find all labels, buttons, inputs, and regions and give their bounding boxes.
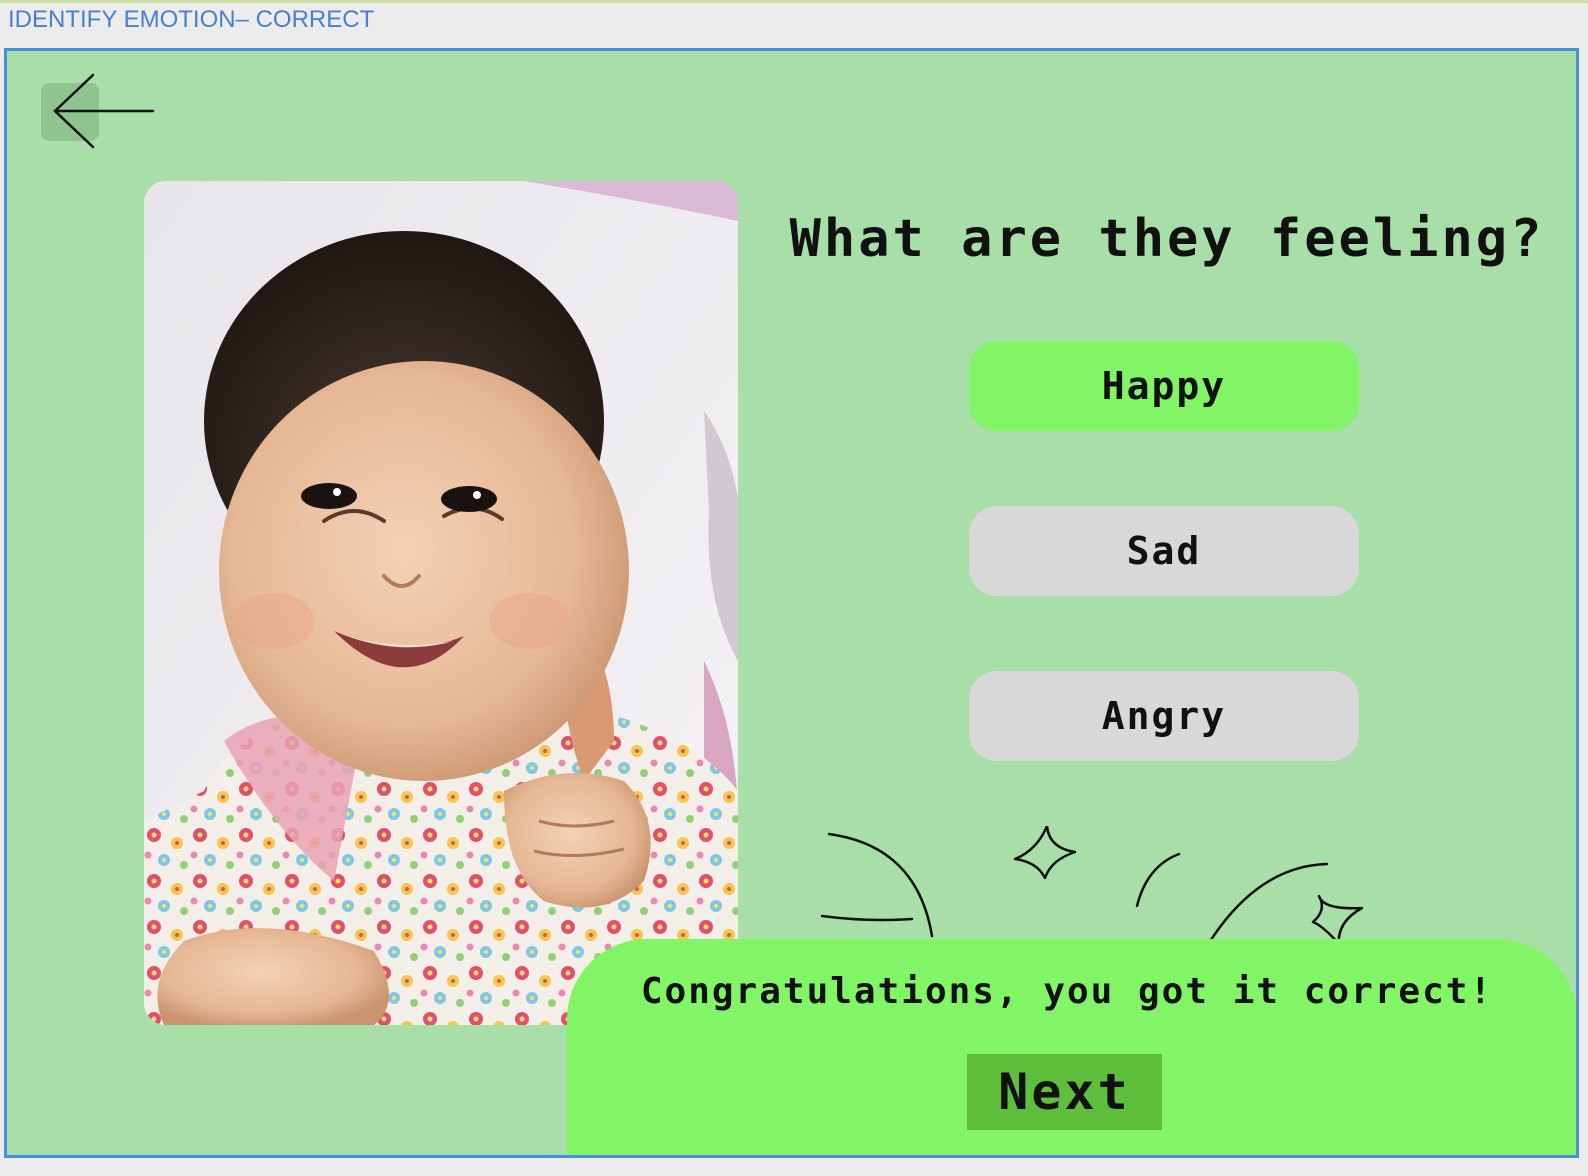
option-happy-button[interactable]: Happy — [969, 341, 1359, 431]
question-heading: What are they feeling? — [789, 209, 1545, 269]
option-angry-button[interactable]: Angry — [969, 671, 1359, 761]
result-message: Congratulations, you got it correct! — [640, 971, 1494, 1012]
arrow-left-icon — [53, 73, 155, 149]
frame-title: IDENTIFY EMOTION– CORRECT — [8, 6, 375, 33]
baby-photo — [144, 181, 738, 1025]
screen: IDENTIFY EMOTION– CORRECT What are they … — [0, 0, 1588, 1176]
result-panel: Congratulations, you got it correct! Nex… — [567, 939, 1576, 1155]
back-button[interactable] — [37, 71, 157, 151]
app-frame: What are they feeling? Happy Sad Angry C… — [4, 48, 1579, 1158]
option-sad-button[interactable]: Sad — [969, 506, 1359, 596]
next-button[interactable]: Next — [967, 1054, 1162, 1130]
top-accent-bar — [0, 0, 1588, 3]
